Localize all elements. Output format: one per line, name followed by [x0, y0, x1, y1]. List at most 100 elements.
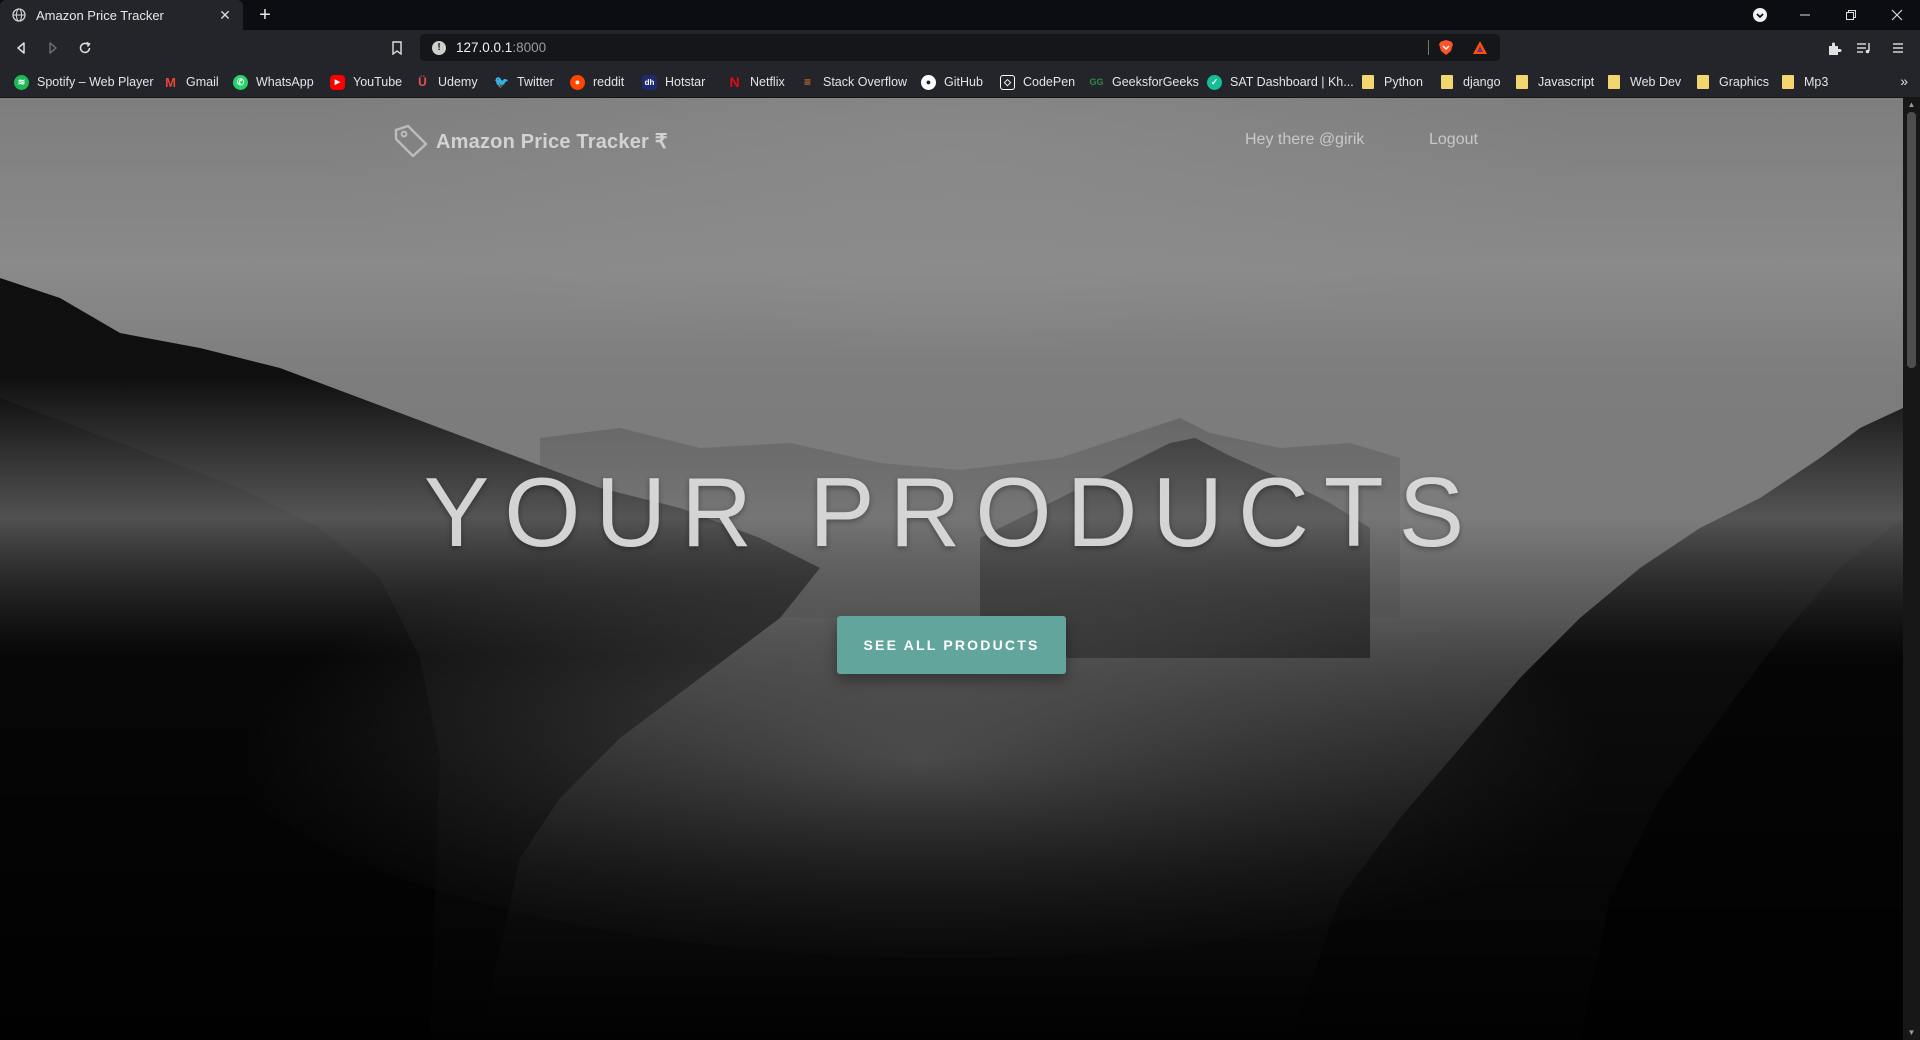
url-host: 127.0.0.1	[456, 40, 513, 55]
bookmark-label: django	[1463, 75, 1501, 89]
bookmark-label: Graphics	[1719, 75, 1770, 89]
bookmark-label: Twitter	[517, 75, 554, 89]
see-all-products-button[interactable]: SEE ALL PRODUCTS	[837, 616, 1066, 674]
twitter-icon: 🐦	[494, 74, 509, 89]
bookmark-label: GeeksforGeeks	[1112, 75, 1199, 89]
youtube-icon: ▶	[330, 74, 345, 90]
hero-heading: YOUR PRODUCTS	[423, 457, 1480, 567]
logout-link[interactable]: Logout	[1429, 131, 1478, 149]
profile-menu-icon[interactable]	[1737, 0, 1783, 30]
bookmark-label: reddit	[593, 75, 625, 89]
bookmark-twitter[interactable]: 🐦 Twitter	[494, 73, 554, 91]
brave-shields-icon[interactable]	[1438, 39, 1454, 56]
bookmark-label: GitHub	[944, 75, 983, 89]
udemy-icon: Ü	[418, 74, 427, 89]
misty-mountains-background	[0, 278, 1903, 1040]
globe-icon	[12, 8, 26, 22]
bookmark-stackoverflow[interactable]: ≡ Stack Overflow	[800, 73, 907, 91]
bookmark-folder-javascript[interactable]: Javascript	[1516, 73, 1594, 91]
media-controls-icon[interactable]	[1852, 36, 1876, 60]
codepen-icon: ◇	[1000, 74, 1015, 90]
address-bar[interactable]: ! 127.0.0.1:8000	[420, 34, 1500, 61]
gmail-icon: M	[165, 74, 176, 90]
bookmark-label: Javascript	[1538, 75, 1595, 89]
scroll-down-arrow-icon[interactable]: ▼	[1907, 1028, 1916, 1037]
bookmark-label: Mp3	[1804, 75, 1829, 89]
bookmark-sat-dashboard[interactable]: ✓ SAT Dashboard | Kh...	[1207, 73, 1354, 91]
bookmark-github[interactable]: ● GitHub	[921, 73, 983, 91]
reload-icon[interactable]	[73, 36, 97, 60]
url-port: :8000	[512, 40, 547, 55]
site-info-icon[interactable]: !	[432, 40, 446, 55]
menu-icon[interactable]	[1886, 36, 1910, 60]
restore-icon[interactable]	[1828, 0, 1874, 30]
bookmark-whatsapp[interactable]: ✆ WhatsApp	[233, 73, 314, 91]
bookmark-label: Spotify – Web Player	[37, 75, 154, 89]
bookmark-geeksforgeeks[interactable]: GG GeeksforGeeks	[1089, 73, 1199, 91]
folder-icon	[1516, 75, 1528, 89]
bookmark-page-icon[interactable]	[385, 36, 409, 60]
hero-section: Amazon Price Tracker ₹ Hey there @girik …	[0, 98, 1903, 1040]
bookmark-youtube[interactable]: ▶ YouTube	[330, 73, 402, 91]
bookmark-udemy[interactable]: Ü Udemy	[415, 73, 478, 91]
folder-icon	[1441, 75, 1453, 89]
bookmark-folder-mp3[interactable]: Mp3	[1782, 73, 1828, 91]
bookmark-hotstar[interactable]: dh Hotstar	[642, 73, 705, 91]
bookmark-codepen[interactable]: ◇ CodePen	[1000, 73, 1075, 91]
stackoverflow-icon: ≡	[803, 74, 811, 89]
folder-icon	[1362, 75, 1374, 89]
brave-rewards-icon[interactable]	[1472, 40, 1488, 55]
khan-academy-icon: ✓	[1207, 74, 1222, 90]
folder-icon	[1782, 75, 1794, 89]
bookmark-folder-django[interactable]: django	[1441, 73, 1501, 91]
bookmark-label: Gmail	[186, 75, 219, 89]
site-navbar: Amazon Price Tracker ₹ Hey there @girik …	[0, 98, 1903, 178]
bookmark-gmail[interactable]: M Gmail	[163, 73, 219, 91]
forward-icon[interactable]	[41, 36, 65, 60]
tab-title: Amazon Price Tracker	[36, 7, 164, 23]
tab-strip: Amazon Price Tracker ✕ +	[0, 0, 1920, 30]
bookmark-folder-graphics[interactable]: Graphics	[1697, 73, 1769, 91]
bookmark-label: Udemy	[438, 75, 478, 89]
tab-close-icon[interactable]: ✕	[217, 7, 233, 24]
user-greeting-link[interactable]: Hey there @girik	[1245, 131, 1364, 149]
brand-name: Amazon Price Tracker ₹	[436, 130, 668, 153]
folder-icon	[1608, 75, 1620, 89]
bookmarks-bar: ≋ Spotify – Web Player M Gmail ✆ WhatsAp…	[0, 65, 1920, 98]
window-close-icon[interactable]	[1874, 0, 1920, 30]
bookmark-folder-webdev[interactable]: Web Dev	[1608, 73, 1681, 91]
bookmark-label: Hotstar	[665, 75, 706, 89]
spotify-icon: ≋	[14, 74, 29, 90]
tab-active[interactable]: Amazon Price Tracker ✕	[0, 0, 243, 30]
bookmarks-overflow-icon[interactable]: »	[1900, 73, 1908, 89]
bookmark-label: YouTube	[353, 75, 403, 89]
bookmark-label: WhatsApp	[256, 75, 314, 89]
scrollbar-thumb[interactable]	[1907, 112, 1916, 368]
hotstar-icon: dh	[642, 74, 657, 90]
scroll-up-arrow-icon[interactable]: ▲	[1907, 100, 1916, 109]
github-icon: ●	[921, 74, 936, 90]
bookmark-label: CodePen	[1023, 75, 1076, 89]
reddit-icon: ●	[570, 74, 585, 90]
bookmark-label: SAT Dashboard | Kh...	[1230, 75, 1354, 89]
bookmark-reddit[interactable]: ● reddit	[570, 73, 624, 91]
bookmark-netflix[interactable]: N Netflix	[727, 73, 785, 91]
price-tag-icon	[393, 124, 429, 158]
whatsapp-icon: ✆	[233, 74, 248, 90]
browser-toolbar: ! 127.0.0.1:8000	[0, 30, 1920, 65]
new-tab-button[interactable]: +	[254, 4, 276, 26]
bookmark-label: Stack Overflow	[823, 75, 908, 89]
extensions-icon[interactable]	[1822, 36, 1846, 60]
geeksforgeeks-icon: GG	[1089, 76, 1104, 87]
bookmark-label: Netflix	[750, 75, 785, 89]
bookmark-folder-python[interactable]: Python	[1362, 73, 1423, 91]
back-icon[interactable]	[9, 36, 33, 60]
bookmark-spotify[interactable]: ≋ Spotify – Web Player	[14, 73, 154, 91]
netflix-icon: N	[729, 73, 740, 90]
brand-logo-link[interactable]: Amazon Price Tracker ₹	[393, 124, 668, 158]
address-bar-divider	[1428, 40, 1429, 55]
minimize-icon[interactable]	[1782, 0, 1828, 30]
page-scrollbar[interactable]: ▲ ▼	[1903, 98, 1920, 1040]
bookmark-label: Python	[1384, 75, 1423, 89]
folder-icon	[1697, 75, 1709, 89]
